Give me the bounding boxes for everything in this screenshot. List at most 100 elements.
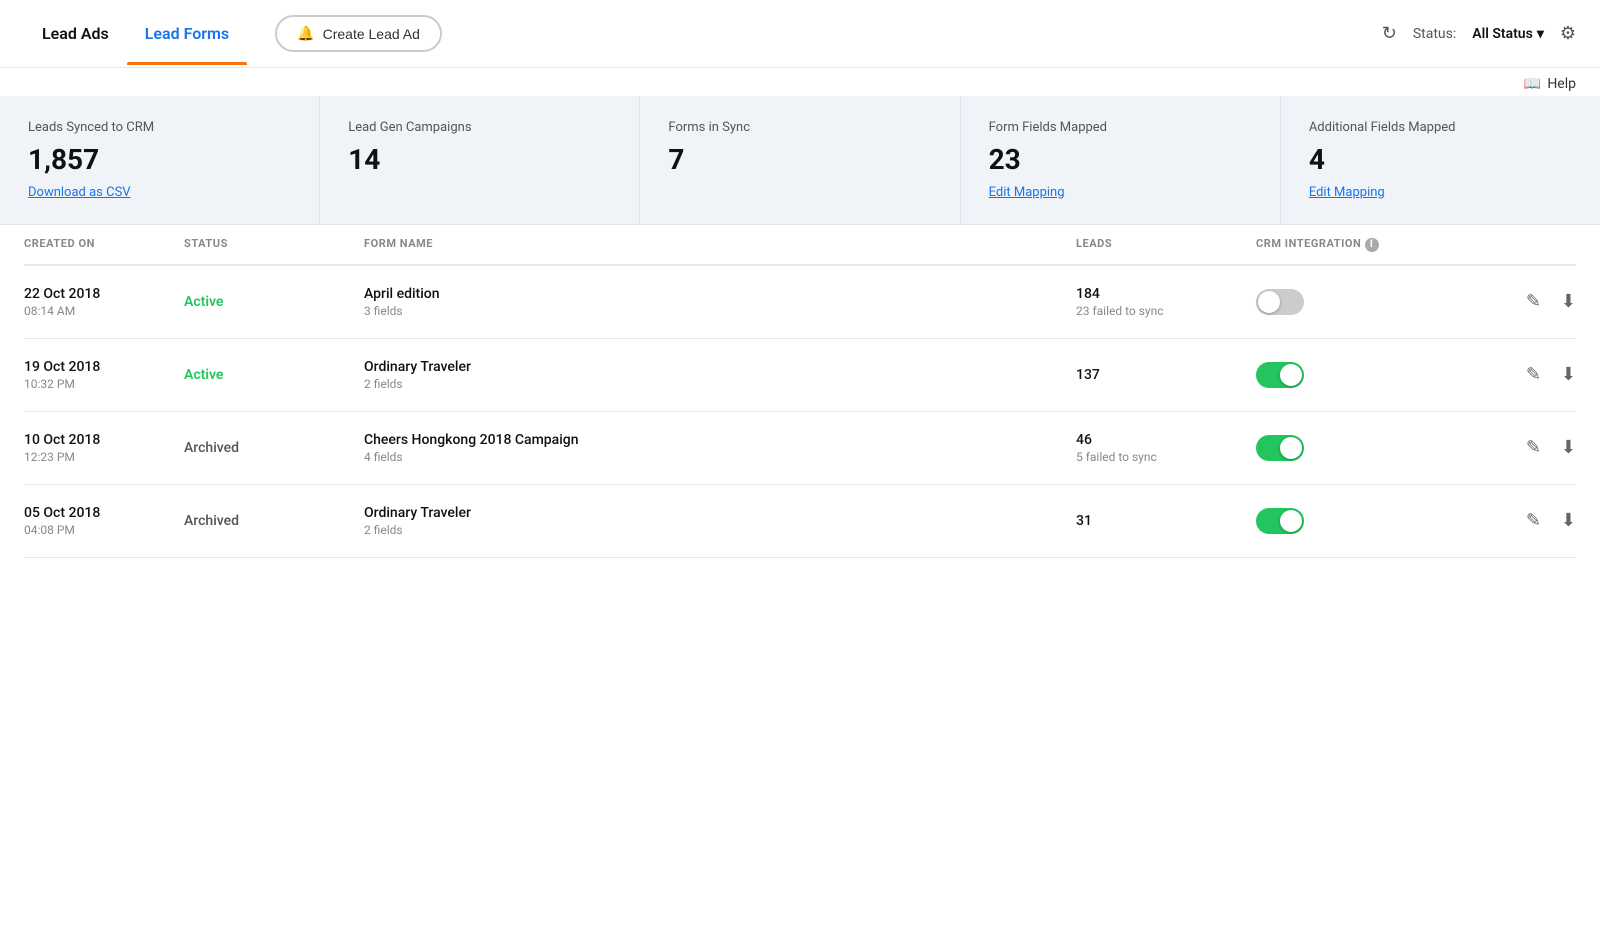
info-icon[interactable]: i bbox=[1365, 238, 1379, 252]
date-time: 10:32 PM bbox=[24, 377, 184, 391]
stat-link[interactable]: Edit Mapping bbox=[989, 185, 1065, 200]
stat-item: Additional Fields Mapped 4 Edit Mapping bbox=[1281, 96, 1600, 224]
form-fields: 4 fields bbox=[364, 450, 1076, 464]
col-status: Active bbox=[184, 367, 364, 383]
table-column-header: CREATED ON bbox=[24, 237, 184, 252]
col-form-name: Cheers Hongkong 2018 Campaign 4 fields bbox=[364, 432, 1076, 464]
download-icon[interactable]: ⬇ bbox=[1561, 291, 1576, 312]
tab-lead-forms[interactable]: Lead Forms bbox=[127, 2, 247, 65]
stat-item: Lead Gen Campaigns 14 bbox=[320, 96, 640, 224]
status-badge: Archived bbox=[184, 440, 239, 456]
refresh-icon[interactable]: ↻ bbox=[1382, 23, 1397, 44]
edit-icon[interactable]: ✎ bbox=[1526, 510, 1541, 531]
col-status: Archived bbox=[184, 440, 364, 456]
table-row: 05 Oct 2018 04:08 PM Archived Ordinary T… bbox=[24, 485, 1576, 558]
leads-failed: 23 failed to sync bbox=[1076, 304, 1256, 318]
col-date: 05 Oct 2018 04:08 PM bbox=[24, 505, 184, 537]
stat-value: 23 bbox=[989, 143, 1252, 176]
help-button[interactable]: 📖 Help bbox=[1524, 76, 1576, 92]
stat-title: Additional Fields Mapped bbox=[1309, 120, 1572, 135]
form-fields: 2 fields bbox=[364, 377, 1076, 391]
stat-item: Leads Synced to CRM 1,857 Download as CS… bbox=[0, 96, 320, 224]
status-badge: Active bbox=[184, 294, 223, 310]
download-icon[interactable]: ⬇ bbox=[1561, 364, 1576, 385]
col-crm-integration bbox=[1256, 362, 1476, 388]
table-container: CREATED ONSTATUSFORM NAMELEADSCRM INTEGR… bbox=[0, 225, 1600, 558]
crm-toggle[interactable] bbox=[1256, 435, 1304, 461]
crm-toggle[interactable] bbox=[1256, 508, 1304, 534]
col-status: Active bbox=[184, 294, 364, 310]
status-badge: Archived bbox=[184, 513, 239, 529]
leads-count: 184 bbox=[1076, 286, 1256, 302]
edit-icon[interactable]: ✎ bbox=[1526, 291, 1541, 312]
col-leads: 46 5 failed to sync bbox=[1076, 432, 1256, 464]
col-leads: 137 bbox=[1076, 367, 1256, 383]
download-icon[interactable]: ⬇ bbox=[1561, 437, 1576, 458]
date-time: 08:14 AM bbox=[24, 304, 184, 318]
stat-value: 1,857 bbox=[28, 143, 291, 176]
date-main: 05 Oct 2018 bbox=[24, 505, 184, 521]
col-crm-integration bbox=[1256, 508, 1476, 534]
toggle-knob bbox=[1258, 291, 1280, 313]
col-leads: 184 23 failed to sync bbox=[1076, 286, 1256, 318]
toggle-knob bbox=[1280, 510, 1302, 532]
stat-value: 14 bbox=[348, 143, 611, 176]
table-row: 22 Oct 2018 08:14 AM Active April editio… bbox=[24, 266, 1576, 339]
col-form-name: Ordinary Traveler 2 fields bbox=[364, 505, 1076, 537]
date-time: 12:23 PM bbox=[24, 450, 184, 464]
form-name: April edition bbox=[364, 286, 1076, 302]
date-main: 19 Oct 2018 bbox=[24, 359, 184, 375]
status-badge: Active bbox=[184, 367, 223, 383]
date-time: 04:08 PM bbox=[24, 523, 184, 537]
stat-title: Form Fields Mapped bbox=[989, 120, 1252, 135]
top-navigation: Lead Ads Lead Forms 🔔 Create Lead Ad ↻ S… bbox=[0, 0, 1600, 68]
edit-icon[interactable]: ✎ bbox=[1526, 364, 1541, 385]
col-status: Archived bbox=[184, 513, 364, 529]
leads-failed: 5 failed to sync bbox=[1076, 450, 1256, 464]
book-icon: 📖 bbox=[1524, 76, 1541, 92]
stat-item: Forms in Sync 7 bbox=[640, 96, 960, 224]
date-main: 22 Oct 2018 bbox=[24, 286, 184, 302]
filter-icon[interactable]: ⚙ bbox=[1560, 23, 1576, 44]
form-name: Cheers Hongkong 2018 Campaign bbox=[364, 432, 1076, 448]
leads-count: 137 bbox=[1076, 367, 1256, 383]
nav-right: ↻ Status: All Status ▾ ⚙ bbox=[1382, 23, 1576, 44]
tab-lead-ads[interactable]: Lead Ads bbox=[24, 2, 127, 65]
stats-bar: Leads Synced to CRM 1,857 Download as CS… bbox=[0, 96, 1600, 225]
stat-item: Form Fields Mapped 23 Edit Mapping bbox=[961, 96, 1281, 224]
bell-icon: 🔔 bbox=[297, 25, 314, 42]
stat-title: Leads Synced to CRM bbox=[28, 120, 291, 135]
col-date: 19 Oct 2018 10:32 PM bbox=[24, 359, 184, 391]
status-label: Status: bbox=[1413, 26, 1456, 42]
table-column-header bbox=[1476, 237, 1576, 252]
nav-tabs: Lead Ads Lead Forms bbox=[24, 2, 247, 65]
form-fields: 3 fields bbox=[364, 304, 1076, 318]
help-row: 📖 Help bbox=[0, 68, 1600, 96]
download-icon[interactable]: ⬇ bbox=[1561, 510, 1576, 531]
row-actions: ✎ ⬇ bbox=[1476, 510, 1576, 531]
stat-title: Lead Gen Campaigns bbox=[348, 120, 611, 135]
stat-value: 4 bbox=[1309, 143, 1572, 176]
edit-icon[interactable]: ✎ bbox=[1526, 437, 1541, 458]
crm-toggle[interactable] bbox=[1256, 362, 1304, 388]
status-dropdown[interactable]: All Status ▾ bbox=[1472, 26, 1544, 42]
toggle-knob bbox=[1280, 364, 1302, 386]
chevron-down-icon: ▾ bbox=[1537, 26, 1544, 42]
table-column-header: STATUS bbox=[184, 237, 364, 252]
table-header: CREATED ONSTATUSFORM NAMELEADSCRM INTEGR… bbox=[24, 225, 1576, 266]
row-actions: ✎ ⬇ bbox=[1476, 291, 1576, 312]
table-column-header: CRM INTEGRATION i bbox=[1256, 237, 1476, 252]
stat-link[interactable]: Edit Mapping bbox=[1309, 185, 1385, 200]
stat-title: Forms in Sync bbox=[668, 120, 931, 135]
col-form-name: Ordinary Traveler 2 fields bbox=[364, 359, 1076, 391]
form-fields: 2 fields bbox=[364, 523, 1076, 537]
create-lead-ad-button[interactable]: 🔔 Create Lead Ad bbox=[275, 15, 442, 52]
crm-toggle[interactable] bbox=[1256, 289, 1304, 315]
col-crm-integration bbox=[1256, 435, 1476, 461]
table-row: 10 Oct 2018 12:23 PM Archived Cheers Hon… bbox=[24, 412, 1576, 485]
leads-count: 46 bbox=[1076, 432, 1256, 448]
row-actions: ✎ ⬇ bbox=[1476, 437, 1576, 458]
stat-link[interactable]: Download as CSV bbox=[28, 185, 131, 200]
col-form-name: April edition 3 fields bbox=[364, 286, 1076, 318]
date-main: 10 Oct 2018 bbox=[24, 432, 184, 448]
